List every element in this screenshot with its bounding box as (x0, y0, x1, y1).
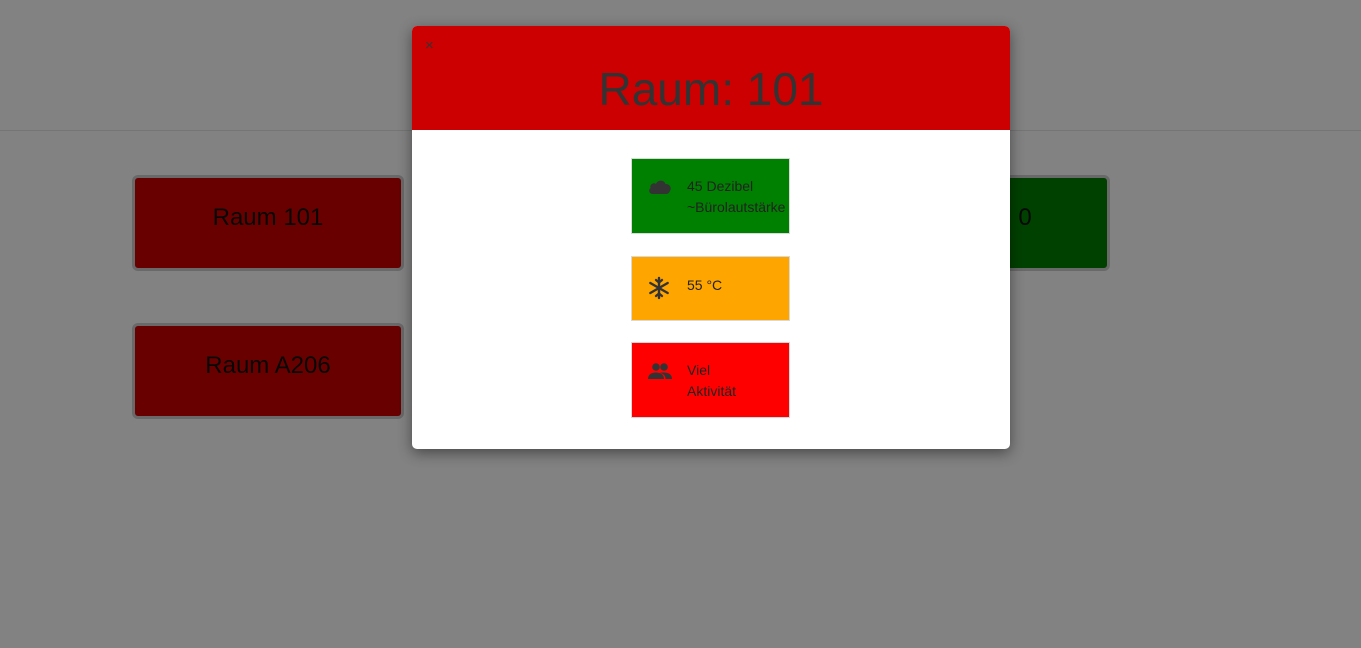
modal-title: Raum: 101 (598, 63, 824, 115)
close-button[interactable]: × (425, 38, 439, 54)
cloud-icon (649, 180, 671, 194)
noise-status-box: 45 Dezibel ~Bürolautstärke (631, 158, 790, 234)
noise-level-text: 45 Dezibel ~Bürolautstärke (687, 176, 785, 218)
activity-status-box: Viel Aktivität (631, 342, 790, 418)
noise-description: ~Bürolautstärke (687, 199, 786, 215)
people-icon (648, 363, 672, 379)
modal-header: × Raum: 101 (412, 26, 1010, 130)
activity-text: Viel Aktivität (687, 360, 736, 402)
temperature-status-box: 55 °C (631, 256, 790, 321)
room-details-modal: × Raum: 101 45 Dezibel ~Bürolautstärke 5… (412, 26, 1010, 449)
temperature-text: 55 °C (687, 277, 723, 293)
snowflake-icon (649, 276, 669, 300)
page: Raum 101 Raum A206 0 × Raum: 101 45 Dezi… (0, 0, 1361, 648)
activity-description: Aktivität (687, 383, 737, 399)
noise-decibel: 45 Dezibel (687, 178, 754, 194)
activity-level: Viel (687, 362, 711, 378)
